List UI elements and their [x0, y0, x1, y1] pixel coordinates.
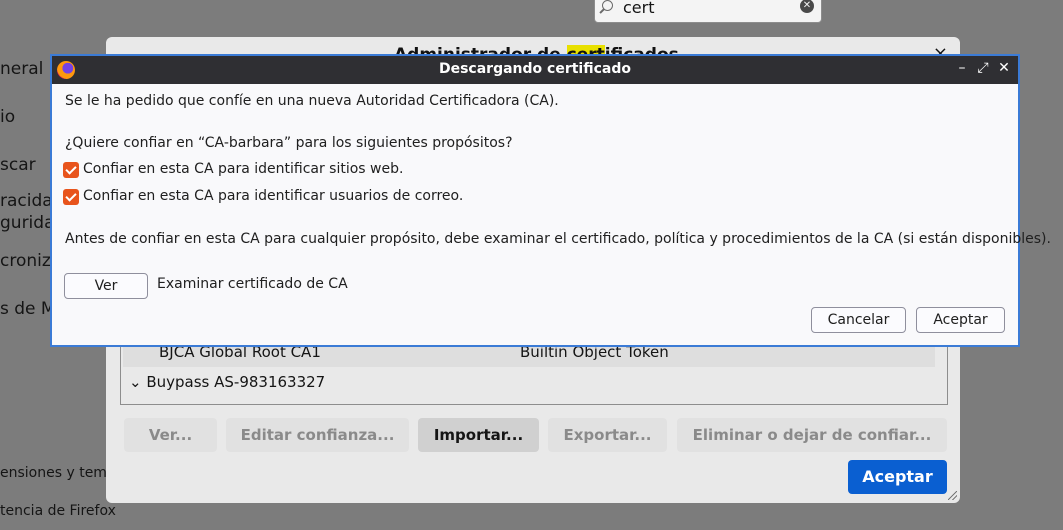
accept-button[interactable]: Aceptar	[916, 307, 1005, 333]
minimize-button[interactable]: –	[954, 60, 970, 76]
view-cert-button: Ver...	[124, 418, 217, 452]
close-button[interactable]: ✕	[996, 60, 1012, 76]
dialog-title: Descargando certificado	[438, 61, 631, 77]
cancel-button[interactable]: Cancelar	[811, 307, 906, 333]
question-text: ¿Quiere confiar en “CA-barbara” para los…	[65, 135, 513, 151]
edit-trust-button: Editar confianza...	[226, 418, 409, 452]
intro-text: Se le ha pedido que confíe en una nueva …	[65, 93, 559, 109]
extensions-link: ensiones y temas	[0, 465, 123, 481]
resize-grip-icon	[948, 491, 957, 500]
cert-group: ⌄ Buypass AS-983163327	[129, 373, 326, 391]
nav-item-mas: s de M	[0, 299, 56, 319]
view-button[interactable]: Ver	[64, 273, 148, 299]
nav-item-general: neral	[0, 59, 44, 79]
background-search-box: cert ✕	[594, 0, 822, 23]
import-button: Importar...	[418, 418, 539, 452]
trust-email-label[interactable]: Confiar en esta CA para identificar usua…	[83, 188, 463, 204]
search-icon	[602, 0, 613, 11]
support-link: tencia de Firefox	[0, 503, 116, 519]
nav-item-buscar: scar	[0, 155, 36, 175]
view-caption: Examinar certificado de CA	[157, 276, 348, 292]
trust-websites-checkbox[interactable]	[63, 162, 79, 178]
nav-item-inicio: io	[0, 107, 16, 127]
trust-email-checkbox[interactable]	[63, 189, 79, 205]
search-input-value: cert	[623, 0, 655, 17]
trust-websites-label[interactable]: Confiar en esta CA para identificar siti…	[83, 161, 403, 177]
delete-distrust-button: Eliminar o dejar de confiar...	[677, 418, 947, 452]
export-button: Exportar...	[548, 418, 667, 452]
manager-accept-button: Aceptar	[848, 460, 947, 494]
warning-text: Antes de confiar en esta CA para cualqui…	[65, 231, 1051, 247]
download-certificate-dialog: Descargando certificado – ⤢ ✕ Se le ha p…	[50, 54, 1051, 347]
title-bar: Descargando certificado – ⤢ ✕	[52, 56, 1018, 84]
maximize-button[interactable]: ⤢	[975, 60, 991, 76]
clear-icon: ✕	[800, 0, 814, 13]
